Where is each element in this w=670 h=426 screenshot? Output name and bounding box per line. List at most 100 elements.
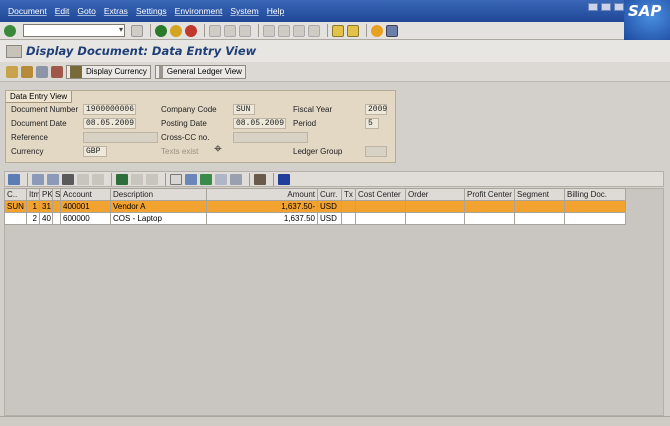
- column-header-account[interactable]: Account: [60, 188, 111, 201]
- menu-goto[interactable]: Goto: [77, 6, 95, 16]
- cell-tx[interactable]: [341, 212, 356, 225]
- column-header-description[interactable]: Description: [110, 188, 207, 201]
- new-session-icon[interactable]: [332, 24, 344, 37]
- command-history-icon[interactable]: ▾: [119, 25, 123, 34]
- find-icon[interactable]: [224, 24, 236, 37]
- cell-curr[interactable]: USD: [317, 200, 342, 213]
- cell-cost-center[interactable]: [355, 212, 406, 225]
- print-preview-icon[interactable]: [170, 173, 182, 185]
- display-currency-button[interactable]: Display Currency: [66, 64, 151, 79]
- back-icon[interactable]: [155, 24, 167, 37]
- cancel-icon[interactable]: [185, 24, 197, 37]
- column-header-billing-doc[interactable]: Billing Doc.: [564, 188, 626, 201]
- column-header-s[interactable]: S: [52, 188, 61, 201]
- column-header-amount[interactable]: Amount: [206, 188, 318, 201]
- word-processing-icon[interactable]: [215, 173, 227, 185]
- cell-account[interactable]: 600000: [60, 212, 111, 225]
- period-field[interactable]: 5: [365, 118, 379, 129]
- print-icon[interactable]: [209, 24, 221, 37]
- currency-field[interactable]: GBP: [83, 146, 107, 157]
- document-number-field[interactable]: 1900000006: [83, 104, 136, 115]
- column-header-curr[interactable]: Curr.: [317, 188, 342, 201]
- cell-description[interactable]: COS - Laptop: [110, 212, 207, 225]
- ledger-group-field[interactable]: [365, 146, 387, 157]
- sort-ascending-icon[interactable]: [32, 173, 44, 185]
- cell-billing-doc[interactable]: [564, 200, 626, 213]
- last-page-icon[interactable]: [308, 24, 320, 37]
- cell-segment[interactable]: [514, 200, 565, 213]
- table-row[interactable]: SUN 1 31 400001 Vendor A 1,637.50- USD: [4, 200, 626, 213]
- cell-tx[interactable]: [341, 200, 356, 213]
- other-document-icon[interactable]: [21, 65, 33, 78]
- display-icon[interactable]: [36, 65, 48, 78]
- document-icon[interactable]: [6, 44, 22, 58]
- sort-descending-icon[interactable]: [47, 173, 59, 185]
- command-field[interactable]: ▾: [23, 24, 125, 37]
- cell-s[interactable]: [52, 200, 61, 213]
- general-ledger-view-button[interactable]: General Ledger View: [154, 64, 246, 79]
- details-icon[interactable]: [8, 173, 20, 185]
- subtotal-icon[interactable]: [131, 173, 143, 185]
- cell-billing-doc[interactable]: [564, 212, 626, 225]
- filter-dropdown-icon[interactable]: [92, 173, 104, 185]
- menu-edit[interactable]: Edit: [55, 6, 70, 16]
- cell-s[interactable]: [52, 212, 61, 225]
- menu-environment[interactable]: Environment: [175, 6, 223, 16]
- first-page-icon[interactable]: [263, 24, 275, 37]
- menu-extras[interactable]: Extras: [104, 6, 128, 16]
- column-header-segment[interactable]: Segment: [514, 188, 565, 201]
- edit-icon[interactable]: [6, 65, 18, 78]
- close-icon[interactable]: [614, 3, 624, 11]
- cell-c[interactable]: SUN: [4, 200, 27, 213]
- find-next-icon[interactable]: [239, 24, 251, 37]
- spreadsheet-icon[interactable]: [200, 173, 212, 185]
- cell-order[interactable]: [405, 200, 465, 213]
- document-date-field[interactable]: 08.05.2009: [83, 118, 136, 129]
- cell-amount[interactable]: 1,637.50: [206, 212, 318, 225]
- cell-description[interactable]: Vendor A: [110, 200, 207, 213]
- next-page-icon[interactable]: [293, 24, 305, 37]
- cell-cost-center[interactable]: [355, 200, 406, 213]
- cell-order[interactable]: [405, 212, 465, 225]
- create-shortcut-icon[interactable]: [347, 24, 359, 37]
- company-code-field[interactable]: SUN: [233, 104, 255, 115]
- fiscal-year-field[interactable]: 2009: [365, 104, 387, 115]
- data-entry-view-tab[interactable]: Data Entry View: [6, 91, 73, 103]
- menu-document[interactable]: Document: [8, 6, 47, 16]
- cell-profit-center[interactable]: [464, 200, 515, 213]
- previous-page-icon[interactable]: [278, 24, 290, 37]
- enter-icon[interactable]: [4, 24, 16, 37]
- cell-pk[interactable]: 31: [39, 200, 53, 213]
- cell-pk[interactable]: 40: [39, 212, 53, 225]
- table-row[interactable]: 2 40 600000 COS - Laptop 1,637.50 USD: [4, 212, 626, 225]
- menu-settings[interactable]: Settings: [136, 6, 167, 16]
- help-icon[interactable]: [371, 24, 383, 37]
- filter-icon[interactable]: [77, 173, 89, 185]
- exit-icon[interactable]: [170, 24, 182, 37]
- cell-profit-center[interactable]: [464, 212, 515, 225]
- find-in-grid-icon[interactable]: [62, 173, 74, 185]
- change-layout-icon[interactable]: [254, 173, 266, 185]
- column-header-cost-center[interactable]: Cost Center: [355, 188, 406, 201]
- information-icon[interactable]: [278, 173, 290, 185]
- cell-account[interactable]: 400001: [60, 200, 111, 213]
- subtotal-dropdown-icon[interactable]: [146, 173, 158, 185]
- cell-curr[interactable]: USD: [317, 212, 342, 225]
- menu-system[interactable]: System: [230, 6, 258, 16]
- cross-cc-field[interactable]: [233, 132, 308, 143]
- maximize-icon[interactable]: [601, 3, 611, 11]
- column-header-order[interactable]: Order: [405, 188, 465, 201]
- taxes-icon[interactable]: [51, 65, 63, 78]
- total-icon[interactable]: [116, 173, 128, 185]
- column-header-pk[interactable]: PK: [39, 188, 53, 201]
- posting-date-field[interactable]: 08.05.2009: [233, 118, 286, 129]
- column-header-itm[interactable]: Itm: [26, 188, 40, 201]
- local-file-icon[interactable]: [230, 173, 242, 185]
- minimize-icon[interactable]: [588, 3, 598, 11]
- save-icon[interactable]: [131, 24, 143, 37]
- cell-itm[interactable]: 2: [26, 212, 40, 225]
- reference-field[interactable]: [83, 132, 158, 143]
- column-header-profit-center[interactable]: Profit Center: [464, 188, 515, 201]
- column-header-tx[interactable]: Tx: [341, 188, 356, 201]
- column-header-c[interactable]: C..: [4, 188, 27, 201]
